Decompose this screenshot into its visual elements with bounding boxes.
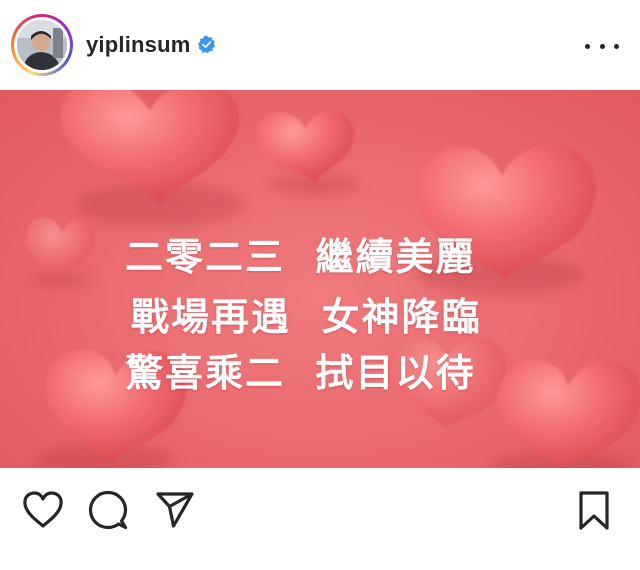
avatar-photo — [17, 20, 67, 70]
more-options-button[interactable] — [585, 36, 619, 56]
caption-line-1: 二零二三 繼續美麗 — [125, 235, 476, 279]
post-image[interactable]: 二零二三 繼續美麗 戰場再遇 女神降臨 驚喜乘二 拭目以待 — [0, 90, 640, 468]
caption-line-2: 戰場再遇 女神降臨 — [131, 295, 482, 339]
verified-badge-icon — [197, 35, 216, 54]
post-actions — [0, 468, 640, 570]
username[interactable]: yiplinsum — [86, 32, 191, 58]
image-caption: 二零二三 繼續美麗 戰場再遇 女神降臨 驚喜乘二 拭目以待 — [0, 90, 640, 468]
comment-icon[interactable] — [88, 490, 128, 530]
bookmark-icon[interactable] — [578, 490, 610, 532]
caption-line-3: 驚喜乘二 拭目以待 — [125, 351, 476, 395]
heart-icon[interactable] — [22, 491, 64, 529]
instagram-post: yiplinsum 二零二三 繼續美麗 戰場再遇 女神降臨 驚喜乘二 拭目以待 — [0, 0, 640, 570]
post-header: yiplinsum — [0, 0, 640, 90]
avatar[interactable] — [11, 14, 73, 76]
share-icon[interactable] — [155, 491, 195, 529]
